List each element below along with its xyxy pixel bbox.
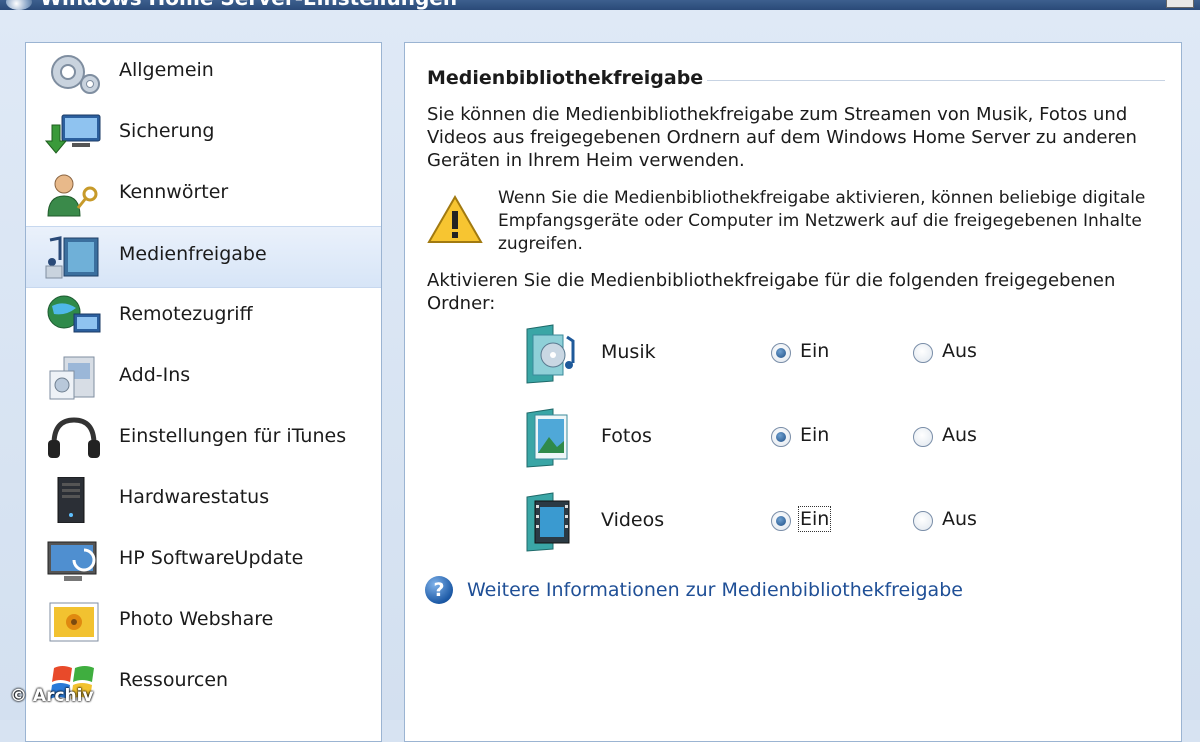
sidebar-item-label: Einstellungen für iTunes — [119, 425, 347, 447]
folder-row-fotos: Fotos Ein Aus — [405, 407, 1183, 471]
fotos-aus-radio[interactable] — [913, 427, 933, 447]
folder-row-videos: Videos Ein Aus — [405, 491, 1183, 555]
sidebar-item-label: Allgemein — [119, 59, 214, 81]
musik-ein-radio[interactable] — [771, 343, 791, 363]
settings-sidebar: Allgemein Sicherung Kennwörter Medienfre… — [25, 42, 382, 742]
musik-aus-label[interactable]: Aus — [942, 340, 977, 362]
videos-ein-label[interactable]: Ein — [797, 506, 832, 532]
monitor-update-icon — [47, 541, 97, 581]
music-folder-icon — [526, 324, 575, 384]
section-title: Medienbibliothekfreigabe — [427, 67, 704, 89]
warning-text: Wenn Sie die Medienbibliothekfreigabe ak… — [498, 188, 1146, 254]
videos-aus-radio[interactable] — [913, 511, 933, 531]
sidebar-item-label: Ressourcen — [119, 669, 229, 691]
sidebar-item-label: Medienfreigabe — [119, 243, 267, 265]
app-icon — [6, 0, 32, 10]
sidebar-item-hp-softwareupdate[interactable]: HP SoftwareUpdate — [26, 531, 381, 591]
sidebar-item-label: Remotezugriff — [119, 303, 253, 325]
sidebar-item-add-ins[interactable]: Add-Ins — [26, 348, 381, 408]
section-description: Sie können die Medienbibliothekfreigabe … — [427, 104, 1137, 171]
folders-label: Aktivieren Sie die Medienbibliothekfreig… — [427, 270, 1116, 314]
help-icon[interactable]: ? — [425, 576, 453, 604]
folder-name: Videos — [601, 509, 665, 531]
backup-icon — [44, 114, 101, 154]
videos-folder-icon — [526, 492, 570, 552]
fotos-ein-label[interactable]: Ein — [800, 424, 829, 446]
fotos-aus-label[interactable]: Aus — [942, 424, 977, 446]
gears-icon — [51, 55, 100, 94]
sidebar-item-label: Hardwarestatus — [119, 486, 270, 508]
sidebar-item-sicherung[interactable]: Sicherung — [26, 104, 381, 164]
folder-name: Fotos — [601, 425, 652, 447]
title-bar: Windows Home Server-Einstellungen — [0, 0, 1200, 10]
headphones-icon — [48, 417, 100, 458]
photos-folder-icon — [526, 408, 568, 468]
window-title: Windows Home Server-Einstellungen — [40, 0, 457, 10]
close-button[interactable] — [1166, 0, 1194, 8]
sidebar-item-remotezugriff[interactable]: Remotezugriff — [26, 287, 381, 347]
title-divider — [707, 80, 1165, 81]
videos-ein-radio[interactable] — [771, 511, 791, 531]
sidebar-item-label: Sicherung — [119, 120, 215, 142]
window-body: Allgemein Sicherung Kennwörter Medienfre… — [0, 10, 1200, 742]
sidebar-item-label: HP SoftwareUpdate — [119, 547, 304, 569]
sidebar-item-photo-webshare[interactable]: Photo Webshare — [26, 592, 381, 652]
globe-computer-icon — [47, 295, 101, 333]
sidebar-item-allgemein[interactable]: Allgemein — [26, 43, 381, 103]
media-sharing-icon — [45, 236, 99, 279]
sidebar-item-medienfreigabe[interactable]: Medienfreigabe — [26, 226, 381, 288]
folder-row-musik: Musik Ein Aus — [405, 323, 1183, 387]
videos-aus-label[interactable]: Aus — [942, 508, 977, 530]
sidebar-item-itunes[interactable]: Einstellungen für iTunes — [26, 409, 381, 469]
warning-icon — [427, 195, 483, 243]
musik-ein-label[interactable]: Ein — [800, 340, 829, 362]
sidebar-item-label: Photo Webshare — [119, 608, 274, 630]
musik-aus-radio[interactable] — [913, 343, 933, 363]
fotos-ein-radio[interactable] — [771, 427, 791, 447]
sidebar-item-hardwarestatus[interactable]: Hardwarestatus — [26, 470, 381, 530]
addins-icon — [49, 356, 95, 400]
user-key-icon — [47, 174, 98, 217]
media-sharing-panel: Medienbibliothekfreigabe Sie können die … — [404, 42, 1182, 742]
photo-icon — [49, 602, 99, 642]
server-tower-icon — [57, 477, 85, 523]
help-link[interactable]: Weitere Informationen zur Medienbiblioth… — [467, 579, 963, 601]
copyright-watermark: © Archiv — [10, 686, 94, 706]
sidebar-item-label: Kennwörter — [119, 181, 229, 203]
sidebar-item-kennwoerter[interactable]: Kennwörter — [26, 165, 381, 225]
folder-name: Musik — [601, 341, 656, 363]
sidebar-item-label: Add-Ins — [119, 364, 191, 386]
